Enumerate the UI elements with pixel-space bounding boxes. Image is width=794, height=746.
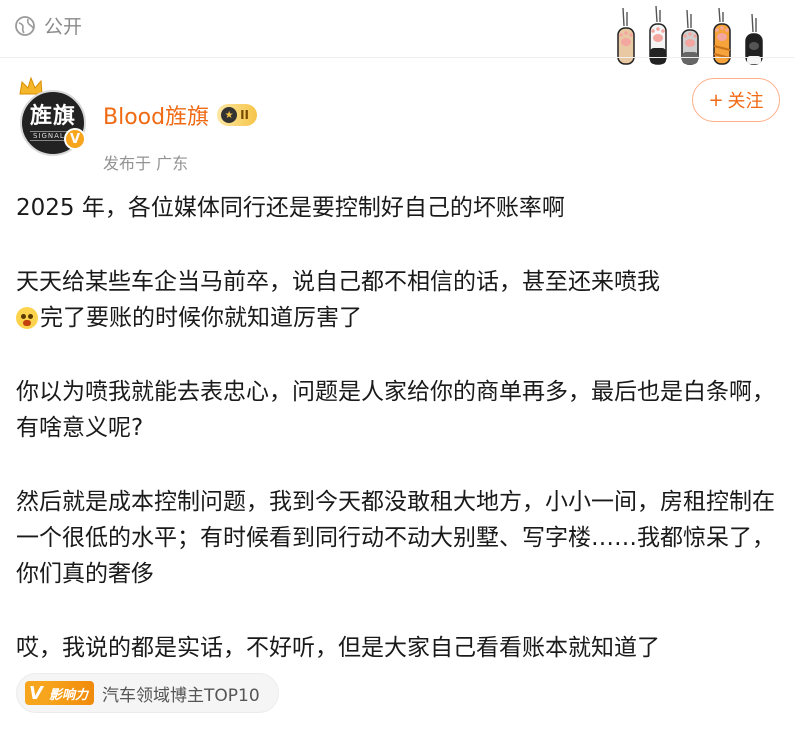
post-location: 发布于 广东 [103,154,189,173]
post-paragraph: 然后就是成本控制问题，我到今天都没敢租大地方，小小一间，房租控制在一个很低的水平… [16,489,775,587]
avatar[interactable]: 旌旗 SIGNAL F V [16,76,88,156]
level-badge-text: II [240,108,250,122]
post-paragraph: 你以为喷我就能去表忠心，问题是人家给你的商单再多，最后也是白条啊，有啥意义呢? [16,379,775,441]
plus-icon: + [708,89,724,111]
post-paragraph: 2025 年，各位媒体同行还是要控制好自己的坏账率啊 [16,195,565,221]
influence-badge-icon: V 影响力 [25,681,95,705]
influence-tag-label: 汽车领域博主TOP10 [102,685,260,706]
post-body: 2025 年，各位媒体同行还是要控制好自己的坏账率啊 天天给某些车企当马前卒，说… [16,190,780,666]
surprised-emoji-icon [16,307,38,329]
verified-badge: V [64,128,86,150]
post-paragraph-text: 完了要账的时候你就知道厉害了 [40,305,362,331]
avatar-text: 旌旗 [29,104,76,129]
influence-badge-text: 影响力 [47,681,95,705]
follow-label: 关注 [727,91,764,112]
globe-icon [15,15,35,36]
top-bar: 公开 [0,0,794,65]
level-badge[interactable]: ★ II [217,104,258,126]
post-paragraph-with-emoji: 完了要账的时候你就知道厉害了 [16,300,780,336]
influence-tag[interactable]: V 影响力 汽车领域博主TOP10 [16,673,279,713]
star-icon: ★ [221,107,238,123]
top-divider [0,57,794,58]
follow-button[interactable]: + 关注 [692,78,780,122]
author-name[interactable]: Blood旌旗 [103,99,209,131]
post-paragraph: 哎，我说的都是实话，不好听，但是大家自己看看账本就知道了 [16,635,660,661]
visibility-indicator[interactable]: 公开 [14,12,82,39]
influence-badge-v: V [25,681,47,705]
visibility-label: 公开 [44,16,83,38]
author-name-row: Blood旌旗 ★ II [103,99,258,131]
post-paragraph: 天天给某些车企当马前卒，说自己都不相信的话，甚至还来喷我 [16,269,660,295]
